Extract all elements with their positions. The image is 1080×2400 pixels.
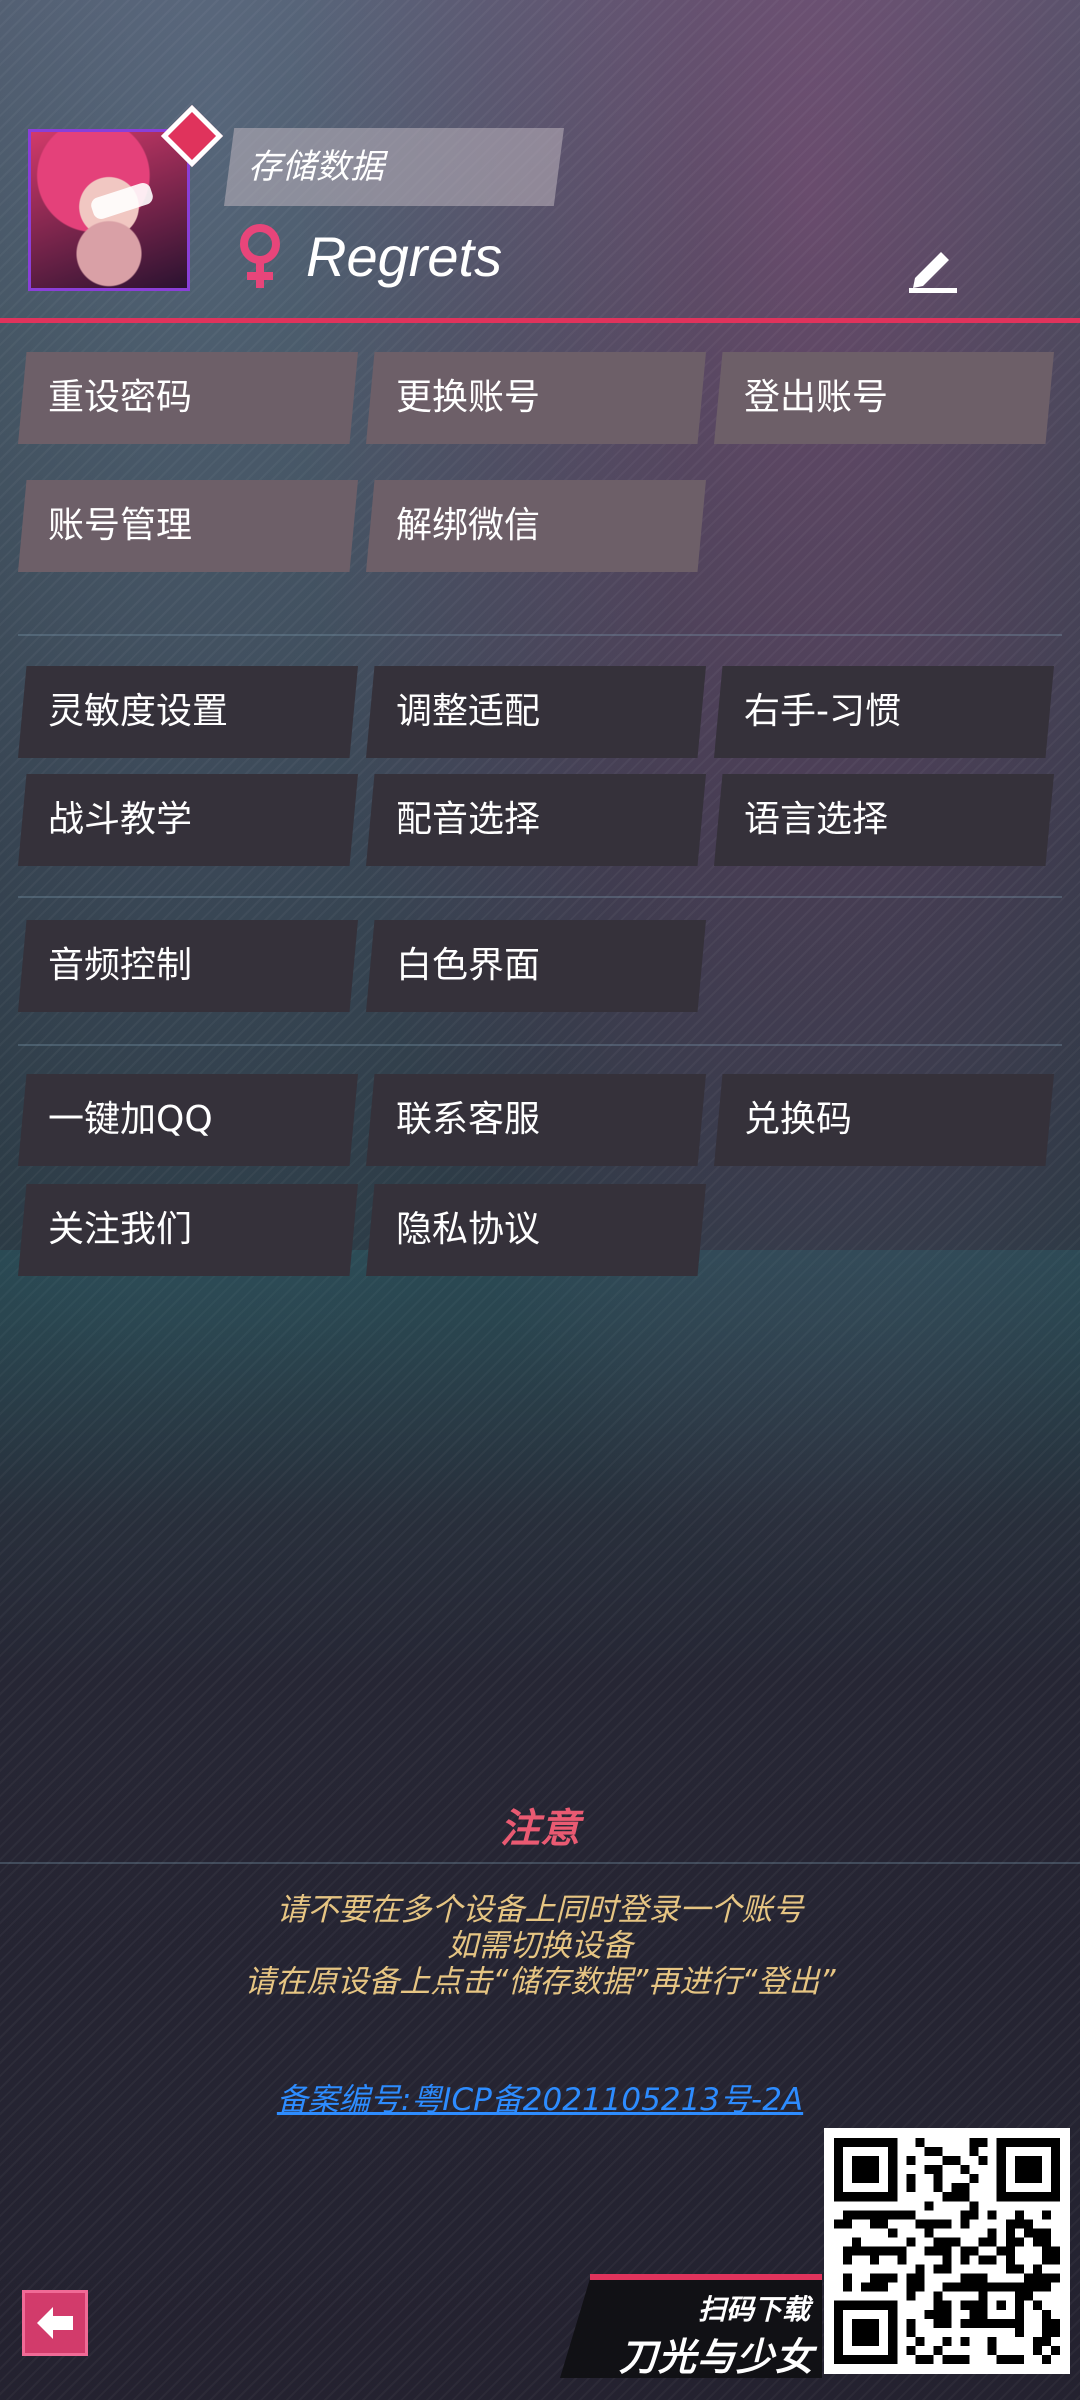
icp-record-link[interactable]: 备案编号:粤ICP备2021105213号-2A — [0, 2074, 1080, 2119]
header-accent-line — [0, 318, 1080, 323]
notice-line: 请在原设备上点击“储存数据”再进行“登出” — [244, 1964, 836, 2000]
account-management-button[interactable]: 账号管理 — [18, 480, 358, 572]
combat-tutorial-button[interactable]: 战斗教学 — [18, 774, 358, 866]
white-interface-button[interactable]: 白色界面 — [366, 920, 706, 1012]
reset-password-button[interactable]: 重设密码 — [18, 352, 358, 444]
arrow-left-icon — [37, 2307, 73, 2339]
right-hand-habit-button[interactable]: 右手-习惯 — [714, 666, 1054, 758]
adjust-fit-button[interactable]: 调整适配 — [366, 666, 706, 758]
female-icon — [240, 224, 280, 288]
audio-control-button[interactable]: 音频控制 — [18, 920, 358, 1012]
contact-support-button[interactable]: 联系客服 — [366, 1074, 706, 1166]
scan-download-label: 扫码下载 — [697, 2293, 810, 2326]
game-logo-text: 刀光与少女 — [618, 2335, 814, 2379]
section-divider — [18, 1044, 1062, 1046]
profile-header: 存储数据 Regrets — [0, 0, 1080, 326]
qr-code[interactable] — [824, 2128, 1070, 2374]
redeem-code-button[interactable]: 兑换码 — [714, 1074, 1054, 1166]
logout-button[interactable]: 登出账号 — [714, 352, 1054, 444]
notice-divider — [0, 1862, 1080, 1864]
voice-select-button[interactable]: 配音选择 — [366, 774, 706, 866]
save-data-button[interactable]: 存储数据 — [224, 128, 564, 206]
join-qq-button[interactable]: 一键加QQ — [18, 1074, 358, 1166]
sensitivity-settings-button[interactable]: 灵敏度设置 — [18, 666, 358, 758]
section-divider — [18, 634, 1062, 636]
back-button[interactable] — [22, 2290, 88, 2356]
notice-title: 注意 — [500, 1806, 580, 1852]
edit-pencil-icon[interactable] — [905, 238, 961, 294]
background-glow — [0, 1250, 1080, 1580]
privacy-policy-button[interactable]: 隐私协议 — [366, 1184, 706, 1276]
avatar[interactable] — [28, 129, 190, 291]
change-account-button[interactable]: 更换账号 — [366, 352, 706, 444]
download-banner-accent — [590, 2274, 822, 2280]
language-select-button[interactable]: 语言选择 — [714, 774, 1054, 866]
unbind-wechat-button[interactable]: 解绑微信 — [366, 480, 706, 572]
download-banner[interactable]: 扫码下载 刀光与少女 — [560, 2274, 822, 2379]
qr-code-pattern — [834, 2138, 1060, 2364]
avatar-mask-detail — [89, 180, 155, 222]
section-divider — [18, 896, 1062, 898]
follow-us-button[interactable]: 关注我们 — [18, 1184, 358, 1276]
username: Regrets — [306, 225, 503, 288]
